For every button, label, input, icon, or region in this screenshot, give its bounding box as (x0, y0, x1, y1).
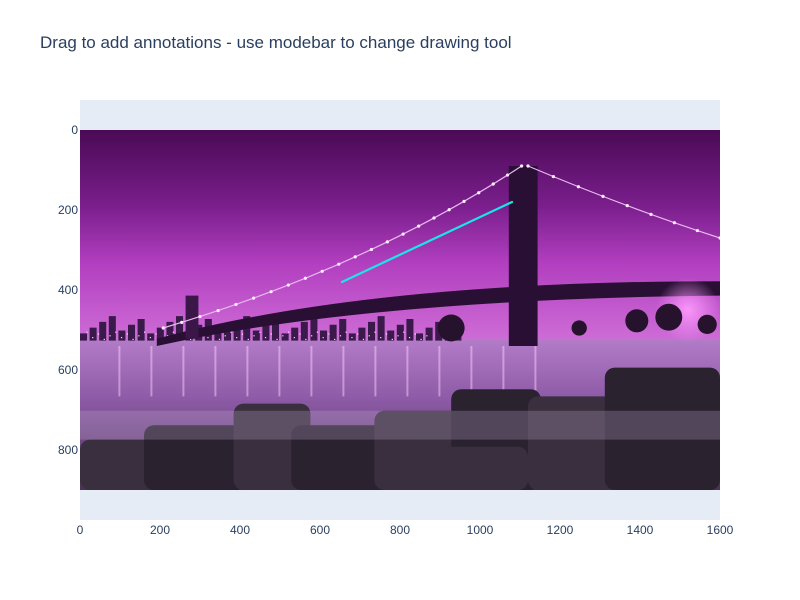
y-tick-label: 600 (58, 363, 78, 377)
background-image (80, 130, 720, 490)
x-tick-label: 200 (150, 523, 170, 537)
x-tick-label: 1200 (547, 523, 574, 537)
x-axis-ticks: 0 200 400 600 800 1000 1200 1400 1600 (77, 523, 734, 537)
y-tick-label: 800 (58, 443, 78, 457)
x-tick-label: 600 (310, 523, 330, 537)
y-tick-label: 200 (58, 203, 78, 217)
x-tick-label: 1000 (467, 523, 494, 537)
x-tick-label: 1400 (627, 523, 654, 537)
y-tick-label: 0 (71, 123, 78, 137)
x-tick-label: 1600 (707, 523, 734, 537)
y-axis-ticks: 0 200 400 600 800 (58, 123, 78, 457)
plot-svg[interactable]: 0 200 400 600 800 1000 1200 1400 1600 0 200 400 600… (0, 0, 800, 600)
y-tick-label: 400 (58, 283, 78, 297)
x-tick-label: 0 (77, 523, 84, 537)
x-tick-label: 800 (390, 523, 410, 537)
x-tick-label: 400 (230, 523, 250, 537)
